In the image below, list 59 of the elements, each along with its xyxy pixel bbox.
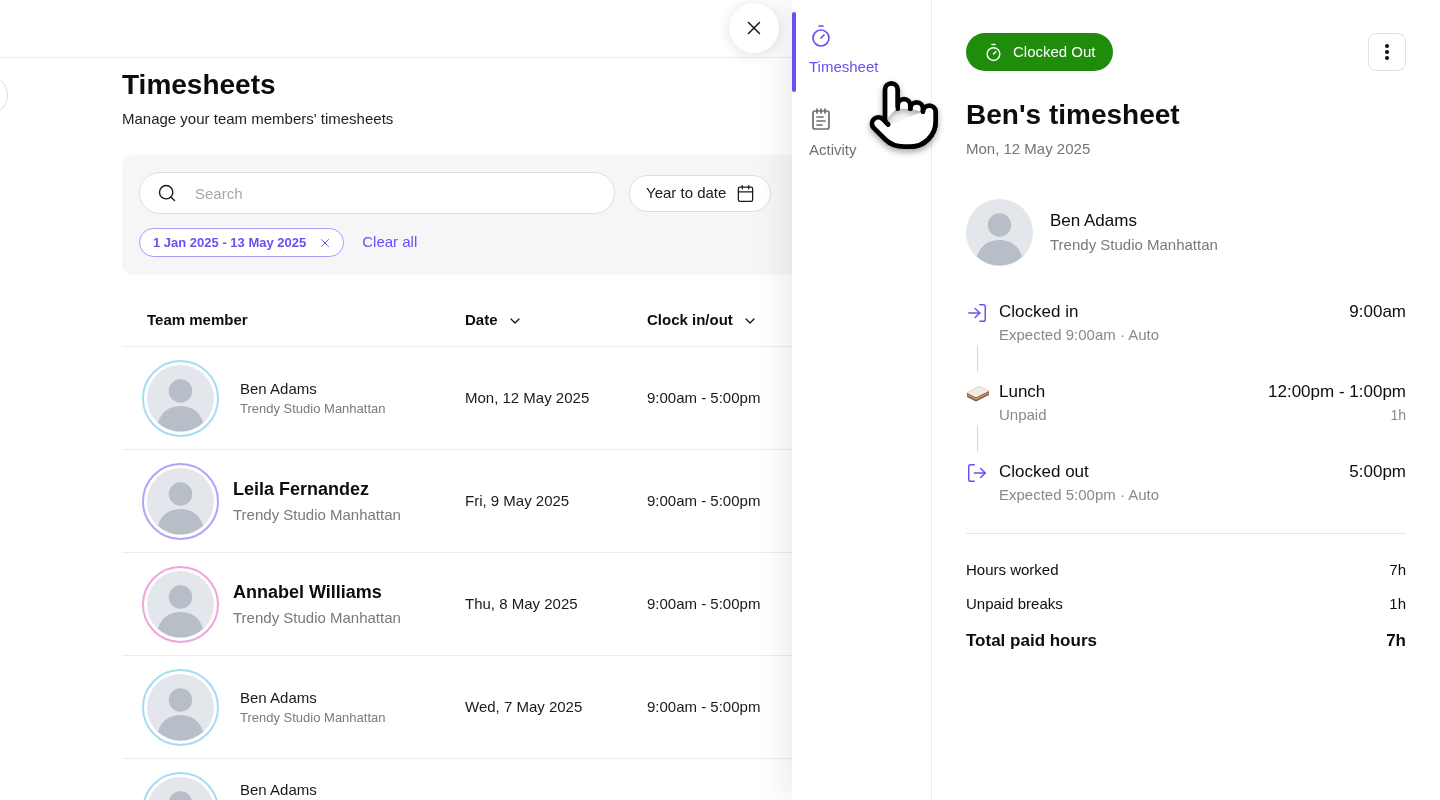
event-title: Clocked out — [999, 461, 1090, 483]
calendar-icon — [736, 183, 756, 203]
time-cell: 9:00am - 5:00pm — [647, 389, 761, 406]
member-location: Trendy Studio Manhattan — [1050, 235, 1218, 255]
stopwatch-icon — [984, 42, 1003, 62]
member-name: Annabel Williams — [233, 581, 383, 604]
event-time: 9:00am — [1349, 301, 1406, 323]
event-duration: 1h — [1390, 406, 1406, 425]
nav-tab[interactable]: Timesheet — [792, 12, 931, 92]
notepad-icon — [809, 107, 833, 131]
sign-in-arrow-icon — [966, 302, 988, 324]
member-name: Ben Adams — [240, 378, 318, 399]
more-options-button[interactable] — [1368, 33, 1406, 71]
event-detail: Unpaid — [999, 405, 1047, 425]
summary-label: Hours worked — [966, 560, 1059, 580]
member-location: Trendy Studio Manhattan — [240, 399, 386, 418]
event-detail: Expected 9:00am · Auto — [999, 325, 1160, 345]
member-name: Leila Fernandez — [233, 478, 371, 501]
time-cell: 9:00am - 5:00pm — [647, 492, 761, 509]
event-detail: Expected 5:00pm · Auto — [999, 485, 1160, 505]
summary-label: Total paid hours — [966, 630, 1097, 652]
member-location: Trendy Studio Manhattan — [233, 608, 401, 628]
clear-all-link[interactable]: Clear all — [362, 231, 418, 254]
event-title: Lunch — [999, 381, 1047, 403]
page-title: Timesheets — [122, 68, 277, 102]
member-location: Trendy Studio Manhattan — [233, 505, 401, 525]
date-cell: Thu, 8 May 2025 — [465, 595, 578, 612]
event-title: Clocked in — [999, 301, 1080, 323]
date-range-button[interactable]: Year to date — [629, 174, 772, 212]
sandwich-icon — [966, 384, 990, 402]
date-cell: Wed, 7 May 2025 — [465, 698, 583, 715]
status-badge: Clocked Out — [966, 33, 1113, 71]
more-options-icon — [1385, 44, 1389, 60]
search-field[interactable]: Search — [139, 172, 615, 214]
member-name: Ben Adams — [240, 687, 318, 708]
event-time: 12:00pm - 1:00pm — [1268, 381, 1406, 403]
column-header[interactable]: Clock in/out — [647, 309, 758, 332]
timesheet-title: Ben's timesheet — [966, 98, 1181, 132]
event-time: 5:00pm — [1349, 461, 1406, 483]
time-cell: 9:00am - 5:00pm — [647, 595, 761, 612]
column-header: Team member — [147, 310, 248, 331]
column-header[interactable]: Date — [465, 309, 523, 332]
filter-chip[interactable]: 1 Jan 2025 - 13 May 2025 — [139, 228, 345, 257]
member-name: Ben Adams — [240, 779, 317, 800]
close-button[interactable] — [729, 3, 779, 53]
time-cell: 9:00am - 5:00pm — [647, 698, 761, 715]
timesheet-date: Mon, 12 May 2025 — [966, 139, 1092, 159]
date-cell: Fri, 9 May 2025 — [465, 492, 570, 509]
summary-value: 1h — [1389, 594, 1406, 614]
stopwatch-icon — [809, 24, 833, 48]
date-cell: Mon, 12 May 2025 — [465, 389, 590, 406]
member-name: Ben Adams — [1050, 210, 1138, 232]
summary-value: 7h — [1389, 560, 1406, 580]
summary-value: 7h — [1386, 630, 1406, 652]
search-icon — [157, 183, 177, 203]
summary-label: Unpaid breaks — [966, 594, 1063, 614]
member-location: Trendy Studio Manhattan — [240, 708, 386, 727]
page-subtitle: Manage your team members' timesheets — [122, 109, 395, 129]
avatar-placeholder — [966, 199, 1033, 266]
